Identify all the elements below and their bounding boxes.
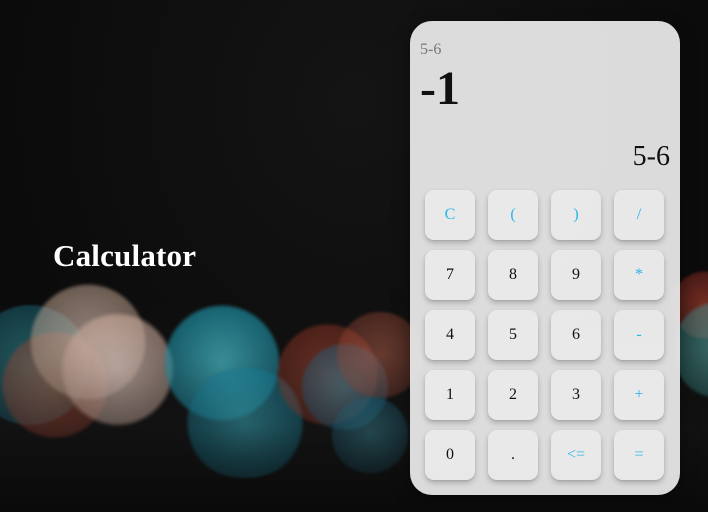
digit-8-button[interactable]: 8: [488, 250, 538, 300]
digit-9-button[interactable]: 9: [551, 250, 601, 300]
digit-5-button[interactable]: 5: [488, 310, 538, 360]
page-title: Calculator: [53, 238, 197, 273]
calculator-panel: 5-6 -1 5-6 C ( ) / 7 8 9 * 4 5 6 - 1 2 3…: [410, 21, 680, 495]
expression-history: 5-6: [420, 41, 442, 58]
keypad: C ( ) / 7 8 9 * 4 5 6 - 1 2 3 + 0 . <= =: [425, 190, 665, 480]
digit-0-button[interactable]: 0: [425, 430, 475, 480]
add-button[interactable]: +: [614, 370, 664, 420]
subtract-button[interactable]: -: [614, 310, 664, 360]
digit-6-button[interactable]: 6: [551, 310, 601, 360]
digit-7-button[interactable]: 7: [425, 250, 475, 300]
multiply-button[interactable]: *: [614, 250, 664, 300]
decimal-button[interactable]: .: [488, 430, 538, 480]
clear-button[interactable]: C: [425, 190, 475, 240]
equals-button[interactable]: =: [614, 430, 664, 480]
digit-2-button[interactable]: 2: [488, 370, 538, 420]
close-paren-button[interactable]: ): [551, 190, 601, 240]
divide-button[interactable]: /: [614, 190, 664, 240]
result-display: -1: [420, 62, 460, 115]
digit-4-button[interactable]: 4: [425, 310, 475, 360]
expression-input: 5-6: [632, 141, 670, 172]
digit-3-button[interactable]: 3: [551, 370, 601, 420]
backspace-button[interactable]: <=: [551, 430, 601, 480]
open-paren-button[interactable]: (: [488, 190, 538, 240]
digit-1-button[interactable]: 1: [425, 370, 475, 420]
